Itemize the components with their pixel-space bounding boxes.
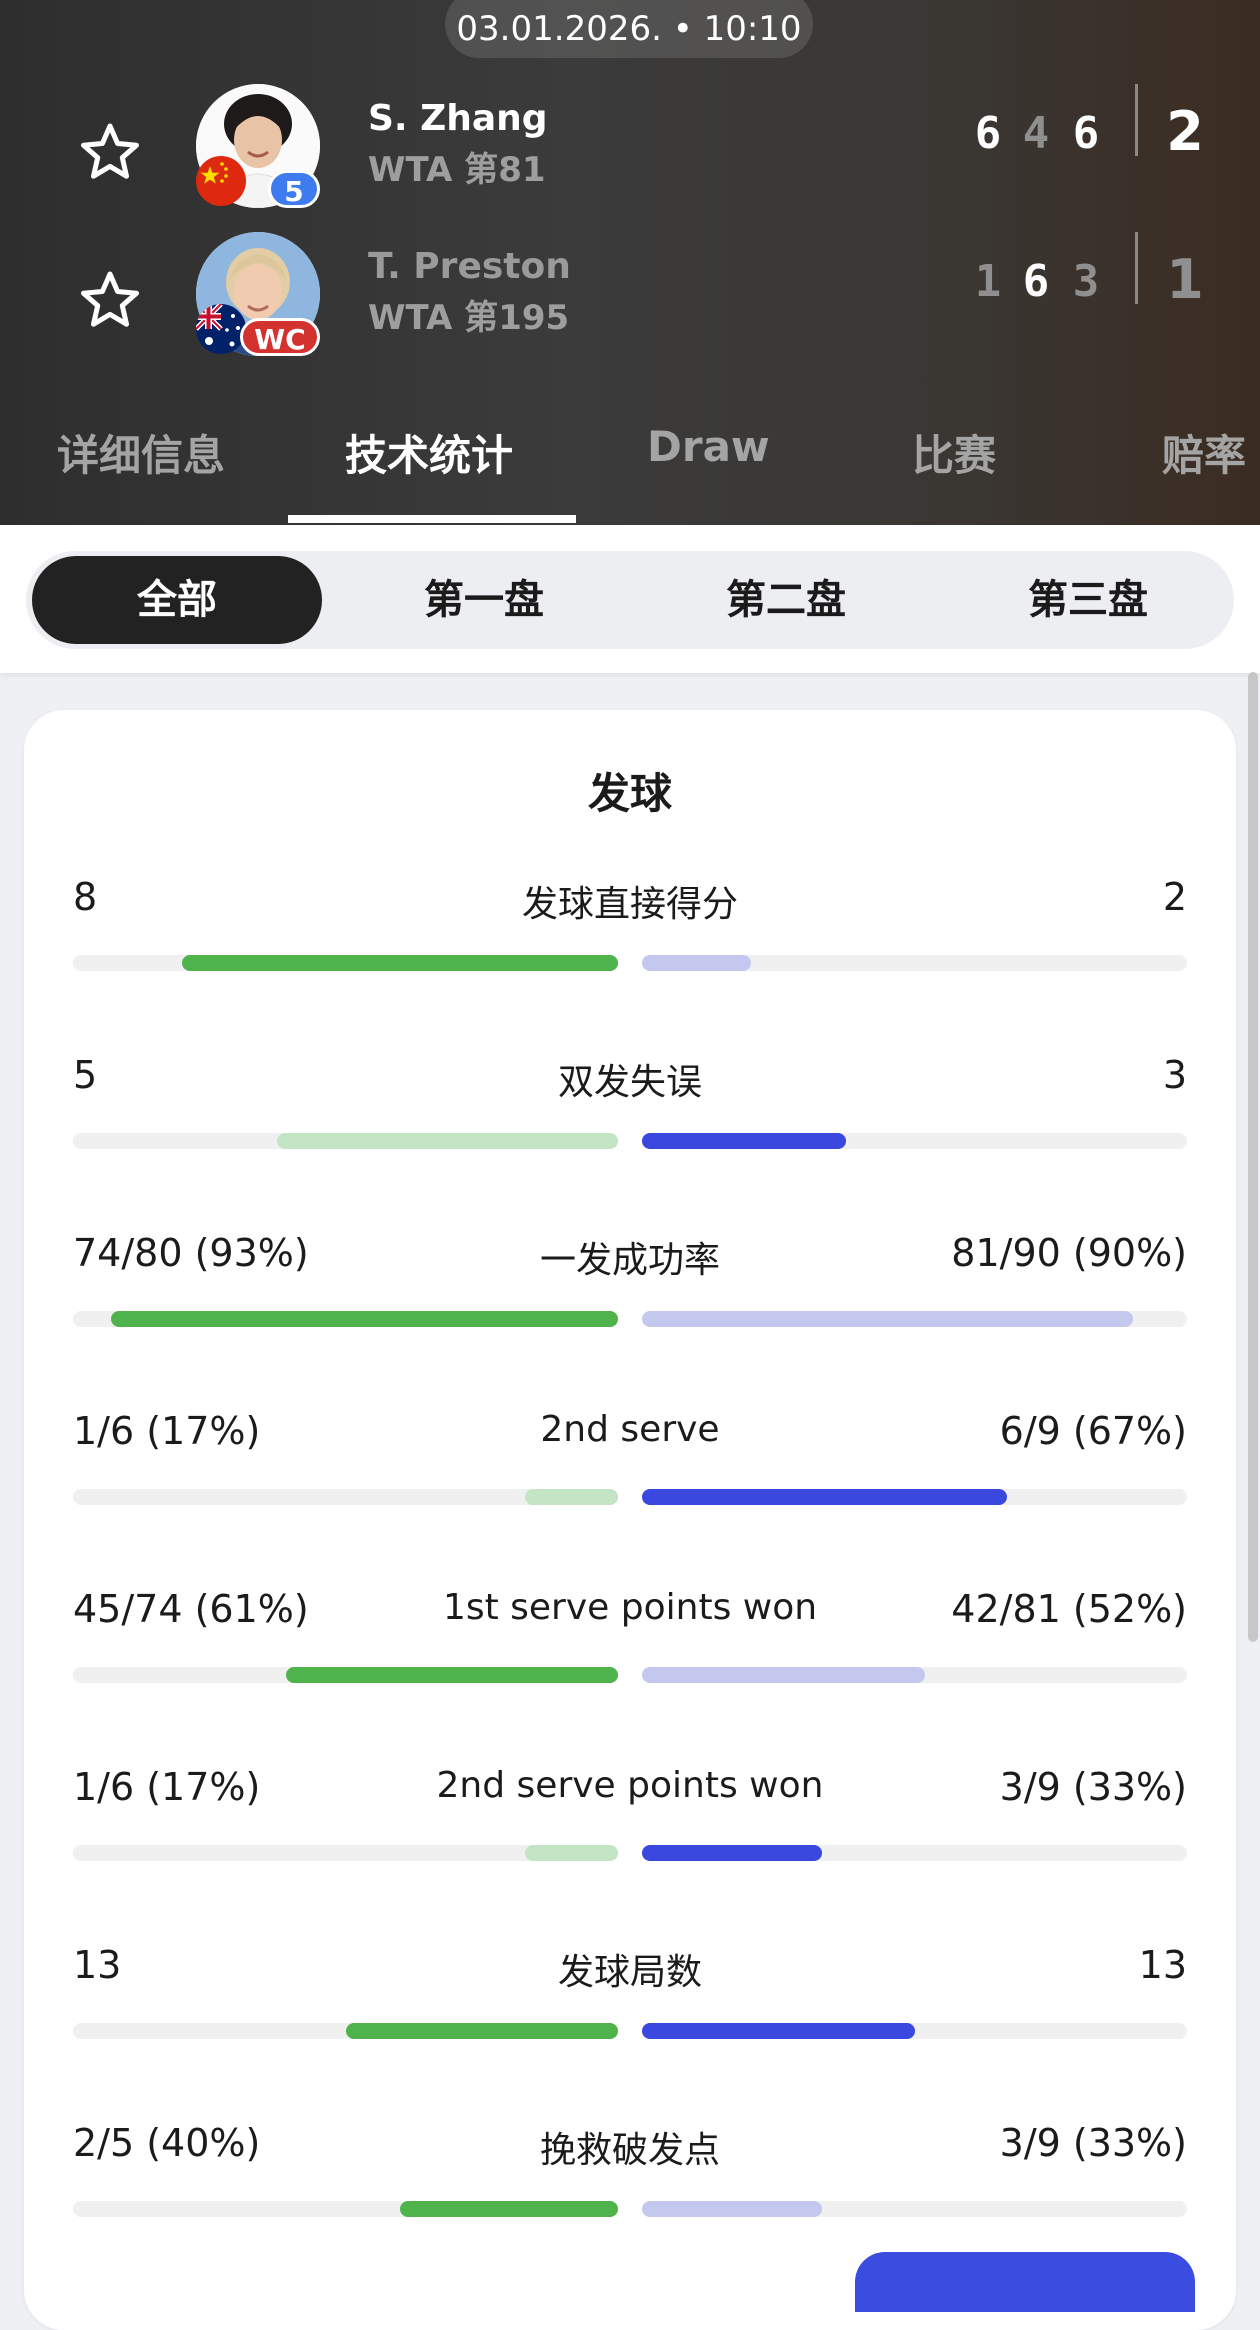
- stat-bar-right: [642, 1133, 1187, 1149]
- stat-bar-fill-right: [642, 1845, 822, 1861]
- section-title: 发球: [587, 769, 672, 818]
- stat-bar-left: [73, 1845, 618, 1861]
- stat-label: 发球直接得分: [521, 884, 738, 925]
- set-filter-segmented-control: 全部 第一盘 第二盘 第三盘: [26, 551, 1234, 649]
- stat-row: 1/6 (17%) 2nd serve points won 3/9 (33%): [24, 1765, 1236, 1895]
- stat-bar-fill-right: [642, 1667, 926, 1683]
- stat-bar-left: [73, 955, 618, 971]
- stat-bar-fill-right: [642, 1489, 1008, 1505]
- tab-details[interactable]: 详细信息: [57, 422, 225, 483]
- player-name[interactable]: T. Preston: [368, 246, 571, 287]
- stat-row: 45/74 (61%) 1st serve points won 42/81 (52…: [24, 1587, 1236, 1717]
- stat-label: 双发失误: [557, 1062, 702, 1103]
- set-score: 3: [1072, 256, 1100, 307]
- stat-value-right: 13: [1138, 1943, 1187, 1987]
- stat-row: 5 双发失误 3: [24, 1053, 1236, 1183]
- set-score: 6: [1022, 256, 1050, 307]
- stat-value-right: 3/9 (33%): [999, 1765, 1187, 1809]
- stat-bar-fill-right: [642, 2201, 822, 2217]
- player-row-2[interactable]: WC T. Preston WTA 第195 1 6 3 1: [0, 232, 1260, 362]
- serve-stats-card: 发球 8 发球直接得分 2 5 双发失误 3 74/80 (93%) 一发成功率 81/90 (…: [24, 710, 1236, 2330]
- active-tab-indicator: [288, 515, 576, 523]
- stat-bar-fill-left: [400, 2201, 618, 2217]
- stat-bar-left: [73, 1133, 618, 1149]
- seed-badge: 5: [268, 170, 320, 208]
- stat-bar-fill-left: [277, 1133, 618, 1149]
- stat-value-right: 42/81 (52%): [951, 1587, 1187, 1631]
- filter-all-sets[interactable]: 全部: [32, 556, 322, 644]
- tab-matches[interactable]: 比赛: [912, 422, 996, 483]
- player-rank: WTA 第195: [368, 298, 570, 338]
- stat-label: 发球局数: [557, 1952, 702, 1993]
- tab-draw[interactable]: Draw: [647, 422, 770, 471]
- stat-value-right: 3: [1162, 1053, 1187, 1097]
- favorite-star-icon[interactable]: [78, 120, 142, 184]
- floating-action-button[interactable]: [855, 2252, 1195, 2312]
- scrollbar[interactable]: [1248, 672, 1258, 1642]
- set-score: 4: [1022, 108, 1050, 159]
- stat-bar-fill-left: [345, 2023, 618, 2039]
- match-header: 03.01.2026. • 10:10 5 S. Zhang WTA 第81 6…: [0, 0, 1260, 525]
- stat-bar-right: [642, 1489, 1187, 1505]
- stat-bar-right: [642, 2023, 1187, 2039]
- australia-flag-icon: [196, 304, 246, 354]
- tab-odds[interactable]: 赔率: [1162, 422, 1246, 483]
- tab-statistics[interactable]: 技术统计: [345, 422, 513, 483]
- china-flag-icon: [196, 156, 246, 206]
- stat-bar-right: [642, 955, 1187, 971]
- sets-won-total: 1: [1166, 248, 1204, 311]
- stat-bar-fill-right: [642, 1133, 847, 1149]
- stat-bar-right: [642, 1845, 1187, 1861]
- stat-value-right: 2: [1162, 875, 1187, 919]
- stat-bar-left: [73, 2201, 618, 2217]
- player-name[interactable]: S. Zhang: [368, 98, 548, 139]
- stat-bar-right: [642, 1311, 1187, 1327]
- stat-bar-left: [73, 2023, 618, 2039]
- wildcard-badge: WC: [240, 318, 320, 356]
- set-score: 1: [974, 256, 1002, 307]
- stat-row: 74/80 (93%) 一发成功率 81/90 (90%): [24, 1231, 1236, 1361]
- stat-bar-fill-left: [111, 1311, 618, 1327]
- stat-bar-left: [73, 1311, 618, 1327]
- score-divider: [1135, 84, 1138, 156]
- match-datetime: 03.01.2026. • 10:10: [445, 0, 813, 58]
- stat-bar-fill-left: [525, 1845, 618, 1861]
- sets-won-total: 2: [1166, 100, 1204, 163]
- score-divider: [1135, 232, 1138, 304]
- stat-row: 2/5 (40%) 挽救破发点 3/9 (33%): [24, 2121, 1236, 2251]
- stat-bar-fill-right: [642, 1311, 1133, 1327]
- stat-row: 1/6 (17%) 2nd serve 6/9 (67%): [24, 1409, 1236, 1539]
- stat-row: 8 发球直接得分 2: [24, 875, 1236, 1005]
- stat-bar-right: [642, 2201, 1187, 2217]
- stat-bar-fill-left: [525, 1489, 618, 1505]
- stat-bar-left: [73, 1667, 618, 1683]
- stat-row: 13 发球局数 13: [24, 1943, 1236, 2073]
- stat-value-right: 3/9 (33%): [999, 2121, 1187, 2165]
- set-score: 6: [1072, 108, 1100, 159]
- stat-bar-fill-left: [285, 1667, 618, 1683]
- stat-bar-left: [73, 1489, 618, 1505]
- filter-set-3[interactable]: 第三盘: [948, 556, 1228, 644]
- stat-bar-fill-right: [642, 955, 751, 971]
- match-tabs: 详细信息 技术统计 Draw 比赛 赔率: [0, 410, 1260, 525]
- filter-set-1[interactable]: 第一盘: [344, 556, 624, 644]
- stat-value-right: 6/9 (67%): [999, 1409, 1187, 1453]
- stat-bar-right: [642, 1667, 1187, 1683]
- stat-value-right: 81/90 (90%): [951, 1231, 1187, 1275]
- filter-set-2[interactable]: 第二盘: [646, 556, 926, 644]
- stat-bar-fill-right: [642, 2023, 915, 2039]
- player-row-1[interactable]: 5 S. Zhang WTA 第81 6 4 6 2: [0, 84, 1260, 214]
- stat-bar-fill-left: [182, 955, 618, 971]
- favorite-star-icon[interactable]: [78, 268, 142, 332]
- player-rank: WTA 第81: [368, 150, 546, 190]
- set-score: 6: [974, 108, 1002, 159]
